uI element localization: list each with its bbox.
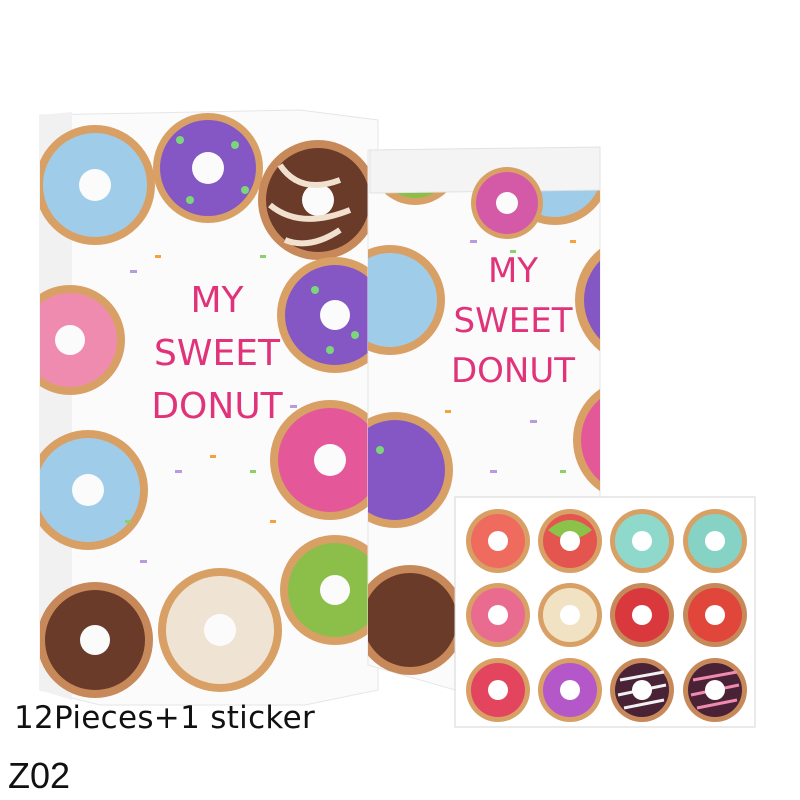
sticker-donut — [466, 509, 530, 573]
quantity-caption: 12Pieces+1 sticker — [14, 700, 315, 736]
sticker-donut — [610, 658, 674, 722]
sticker-donut — [683, 583, 747, 647]
seal-sticker — [471, 167, 543, 239]
product-code: Z02 — [8, 755, 71, 796]
bag-front-title-line3: DONUT — [451, 351, 575, 391]
sticker-sheet — [454, 496, 756, 728]
product-photo: MY SWEET DONUT MY SWEET DONUT — [39, 109, 756, 728]
bag-back-title-line1: MY — [190, 280, 244, 321]
sticker-donut — [538, 509, 602, 573]
bag-back-title-line3: DONUT — [151, 386, 283, 427]
bag-back-title-line2: SWEET — [154, 333, 281, 374]
paper-bag-back: MY SWEET DONUT — [39, 109, 379, 706]
sticker-donut — [610, 583, 674, 647]
sticker-donut — [610, 509, 674, 573]
bag-front-title-line2: SWEET — [454, 301, 573, 341]
sticker-donut — [538, 658, 602, 722]
sticker-donut — [683, 658, 747, 722]
sticker-donut — [466, 658, 530, 722]
sticker-donut — [683, 509, 747, 573]
bag-front-title-line1: MY — [488, 251, 538, 291]
sticker-donut — [538, 583, 602, 647]
sticker-donut — [466, 583, 530, 647]
